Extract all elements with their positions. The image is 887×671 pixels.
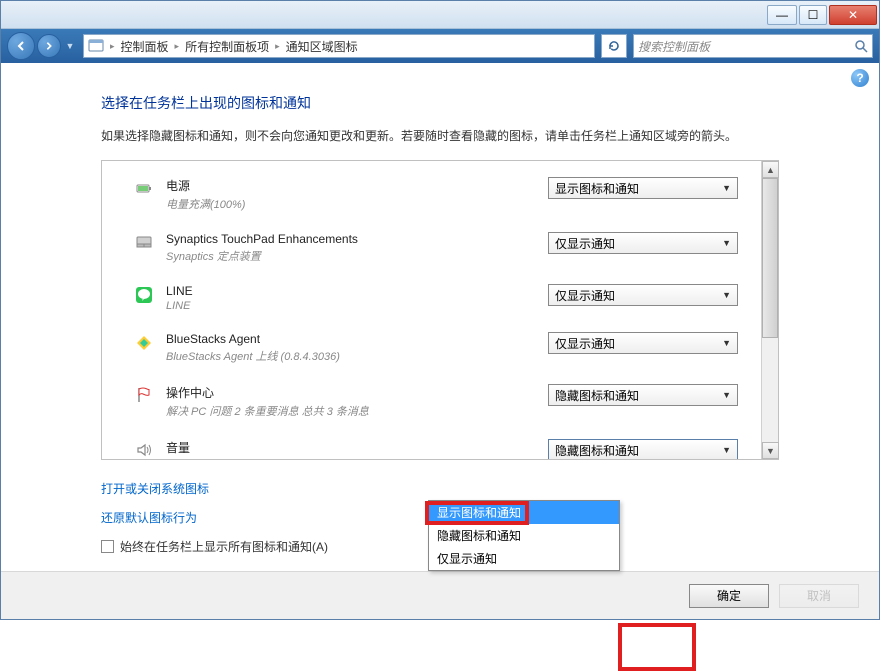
select-value: 隐藏图标和通知: [555, 442, 639, 459]
breadcrumb-item[interactable]: 控制面板: [121, 38, 169, 55]
app-name: 操作中心: [166, 384, 548, 401]
app-detail: 解决 PC 问题 2 条重要消息 总共 3 条消息: [166, 403, 548, 419]
app-name: LINE: [166, 284, 548, 298]
always-show-label: 始终在任务栏上显示所有图标和通知(A): [120, 538, 328, 555]
select-col: 仅显示通知 ▼: [548, 332, 748, 354]
select-col: 隐藏图标和通知 ▼: [548, 439, 748, 459]
app-icon: [130, 332, 158, 352]
info-col: 操作中心解决 PC 问题 2 条重要消息 总共 3 条消息: [158, 384, 548, 419]
behavior-select[interactable]: 仅显示通知 ▼: [548, 332, 738, 354]
select-col: 仅显示通知 ▼: [548, 284, 748, 306]
select-value: 仅显示通知: [555, 235, 615, 252]
scroll-thumb[interactable]: [762, 178, 778, 338]
behavior-dropdown[interactable]: 显示图标和通知 隐藏图标和通知 仅显示通知: [428, 500, 620, 571]
navbar: ▼ ▸ 控制面板 ▸ 所有控制面板项 ▸ 通知区域图标 搜索控制面板: [1, 29, 879, 63]
dropdown-item[interactable]: 显示图标和通知: [429, 501, 619, 524]
app-detail: Synaptics 定点装置: [166, 248, 548, 264]
content-area: ? 选择在任务栏上出现的图标和通知 如果选择隐藏图标和通知，则不会向您通知更改和…: [1, 63, 879, 619]
icon-row: 音量扬声器 100% 隐藏图标和通知 ▼: [130, 433, 748, 459]
dropdown-item[interactable]: 隐藏图标和通知: [429, 524, 619, 547]
chevron-down-icon: ▼: [722, 183, 731, 193]
info-col: BlueStacks Agent BlueStacks Agent 上线 (0.8…: [158, 332, 548, 364]
info-col: Synaptics TouchPad Enhancements Synaptics…: [158, 232, 548, 264]
ok-button[interactable]: 确定: [689, 584, 769, 608]
nav-arrows: ▼: [7, 32, 77, 60]
app-detail: LINE: [166, 300, 548, 312]
app-icon: [130, 384, 158, 404]
scrollbar[interactable]: ▲ ▼: [761, 161, 778, 459]
select-value: 显示图标和通知: [555, 180, 639, 197]
select-col: 隐藏图标和通知 ▼: [548, 384, 748, 406]
icon-row: LINE LINE 仅显示通知 ▼: [130, 278, 748, 326]
search-input[interactable]: 搜索控制面板: [633, 34, 873, 58]
app-name: Synaptics TouchPad Enhancements: [166, 232, 548, 246]
chevron-down-icon: ▼: [722, 290, 731, 300]
close-button[interactable]: ✕: [829, 5, 877, 25]
app-icon: [130, 177, 158, 197]
link-system-icons[interactable]: 打开或关闭系统图标: [101, 480, 779, 497]
select-value: 隐藏图标和通知: [555, 387, 639, 404]
breadcrumb-item[interactable]: 所有控制面板项: [185, 38, 269, 55]
page-subtext: 如果选择隐藏图标和通知，则不会向您通知更改和更新。若要随时查看隐藏的图标，请单击…: [101, 127, 779, 144]
scroll-up-button[interactable]: ▲: [762, 161, 779, 178]
app-icon: [130, 232, 158, 252]
forward-button[interactable]: [37, 34, 61, 58]
chevron-down-icon: ▼: [722, 338, 731, 348]
refresh-button[interactable]: [601, 34, 627, 58]
app-name: 电源: [166, 177, 548, 194]
icon-row: 电源电量充满(100%) 显示图标和通知 ▼: [130, 171, 748, 226]
info-col: 电源电量充满(100%): [158, 177, 548, 212]
icon-row: BlueStacks Agent BlueStacks Agent 上线 (0.8…: [130, 326, 748, 378]
main: 选择在任务栏上出现的图标和通知 如果选择隐藏图标和通知，则不会向您通知更改和更新…: [1, 63, 879, 555]
breadcrumb-sep-icon: ▸: [175, 41, 180, 52]
chevron-down-icon: ▼: [722, 390, 731, 400]
bottom-bar: 确定 取消: [1, 571, 879, 619]
behavior-select[interactable]: 隐藏图标和通知 ▼: [548, 439, 738, 459]
page-title: 选择在任务栏上出现的图标和通知: [101, 93, 779, 113]
chevron-down-icon: ▼: [722, 445, 731, 455]
window-controls: — ☐ ✕: [767, 5, 877, 25]
icons-list: 电源电量充满(100%) 显示图标和通知 ▼ Synaptics TouchPad E…: [102, 161, 778, 459]
history-dropdown[interactable]: ▼: [63, 41, 77, 51]
info-col: 音量扬声器 100%: [158, 439, 548, 459]
behavior-select[interactable]: 隐藏图标和通知 ▼: [548, 384, 738, 406]
chevron-down-icon: ▼: [722, 238, 731, 248]
back-button[interactable]: [7, 32, 35, 60]
select-value: 仅显示通知: [555, 335, 615, 352]
behavior-select[interactable]: 仅显示通知 ▼: [548, 284, 738, 306]
always-show-checkbox[interactable]: [101, 540, 114, 553]
icons-panel: 电源电量充满(100%) 显示图标和通知 ▼ Synaptics TouchPad E…: [101, 160, 779, 460]
info-col: LINE LINE: [158, 284, 548, 312]
select-value: 仅显示通知: [555, 287, 615, 304]
search-icon[interactable]: [854, 39, 868, 53]
search-placeholder: 搜索控制面板: [638, 38, 710, 55]
behavior-select[interactable]: 仅显示通知 ▼: [548, 232, 738, 254]
minimize-button[interactable]: —: [767, 5, 797, 25]
app-detail: 扬声器 100%: [166, 458, 548, 459]
maximize-button[interactable]: ☐: [799, 5, 827, 25]
select-col: 显示图标和通知 ▼: [548, 177, 748, 199]
control-panel-icon: [88, 38, 104, 54]
app-icon: [130, 439, 158, 459]
app-detail: 电量充满(100%): [166, 196, 548, 212]
app-name: 音量: [166, 439, 548, 456]
app-icon: [130, 284, 158, 304]
cancel-button[interactable]: 取消: [779, 584, 859, 608]
select-col: 仅显示通知 ▼: [548, 232, 748, 254]
icon-row: Synaptics TouchPad Enhancements Synaptics…: [130, 226, 748, 278]
dropdown-item[interactable]: 仅显示通知: [429, 547, 619, 570]
address-bar[interactable]: ▸ 控制面板 ▸ 所有控制面板项 ▸ 通知区域图标: [83, 34, 595, 58]
scroll-down-button[interactable]: ▼: [762, 442, 779, 459]
breadcrumb-sep-icon: ▸: [275, 41, 280, 52]
behavior-select[interactable]: 显示图标和通知 ▼: [548, 177, 738, 199]
help-icon[interactable]: ?: [851, 69, 869, 87]
breadcrumb-item[interactable]: 通知区域图标: [286, 38, 358, 55]
app-detail: BlueStacks Agent 上线 (0.8.4.3036): [166, 348, 548, 364]
control-panel-window: — ☐ ✕ ▼ ▸ 控制面板 ▸ 所有控制面板项 ▸ 通知区域图标: [0, 0, 880, 620]
highlight-box: [618, 623, 696, 671]
app-name: BlueStacks Agent: [166, 332, 548, 346]
icon-row: 操作中心解决 PC 问题 2 条重要消息 总共 3 条消息隐藏图标和通知 ▼: [130, 378, 748, 433]
breadcrumb-sep-icon: ▸: [110, 41, 115, 52]
titlebar: — ☐ ✕: [1, 1, 879, 29]
